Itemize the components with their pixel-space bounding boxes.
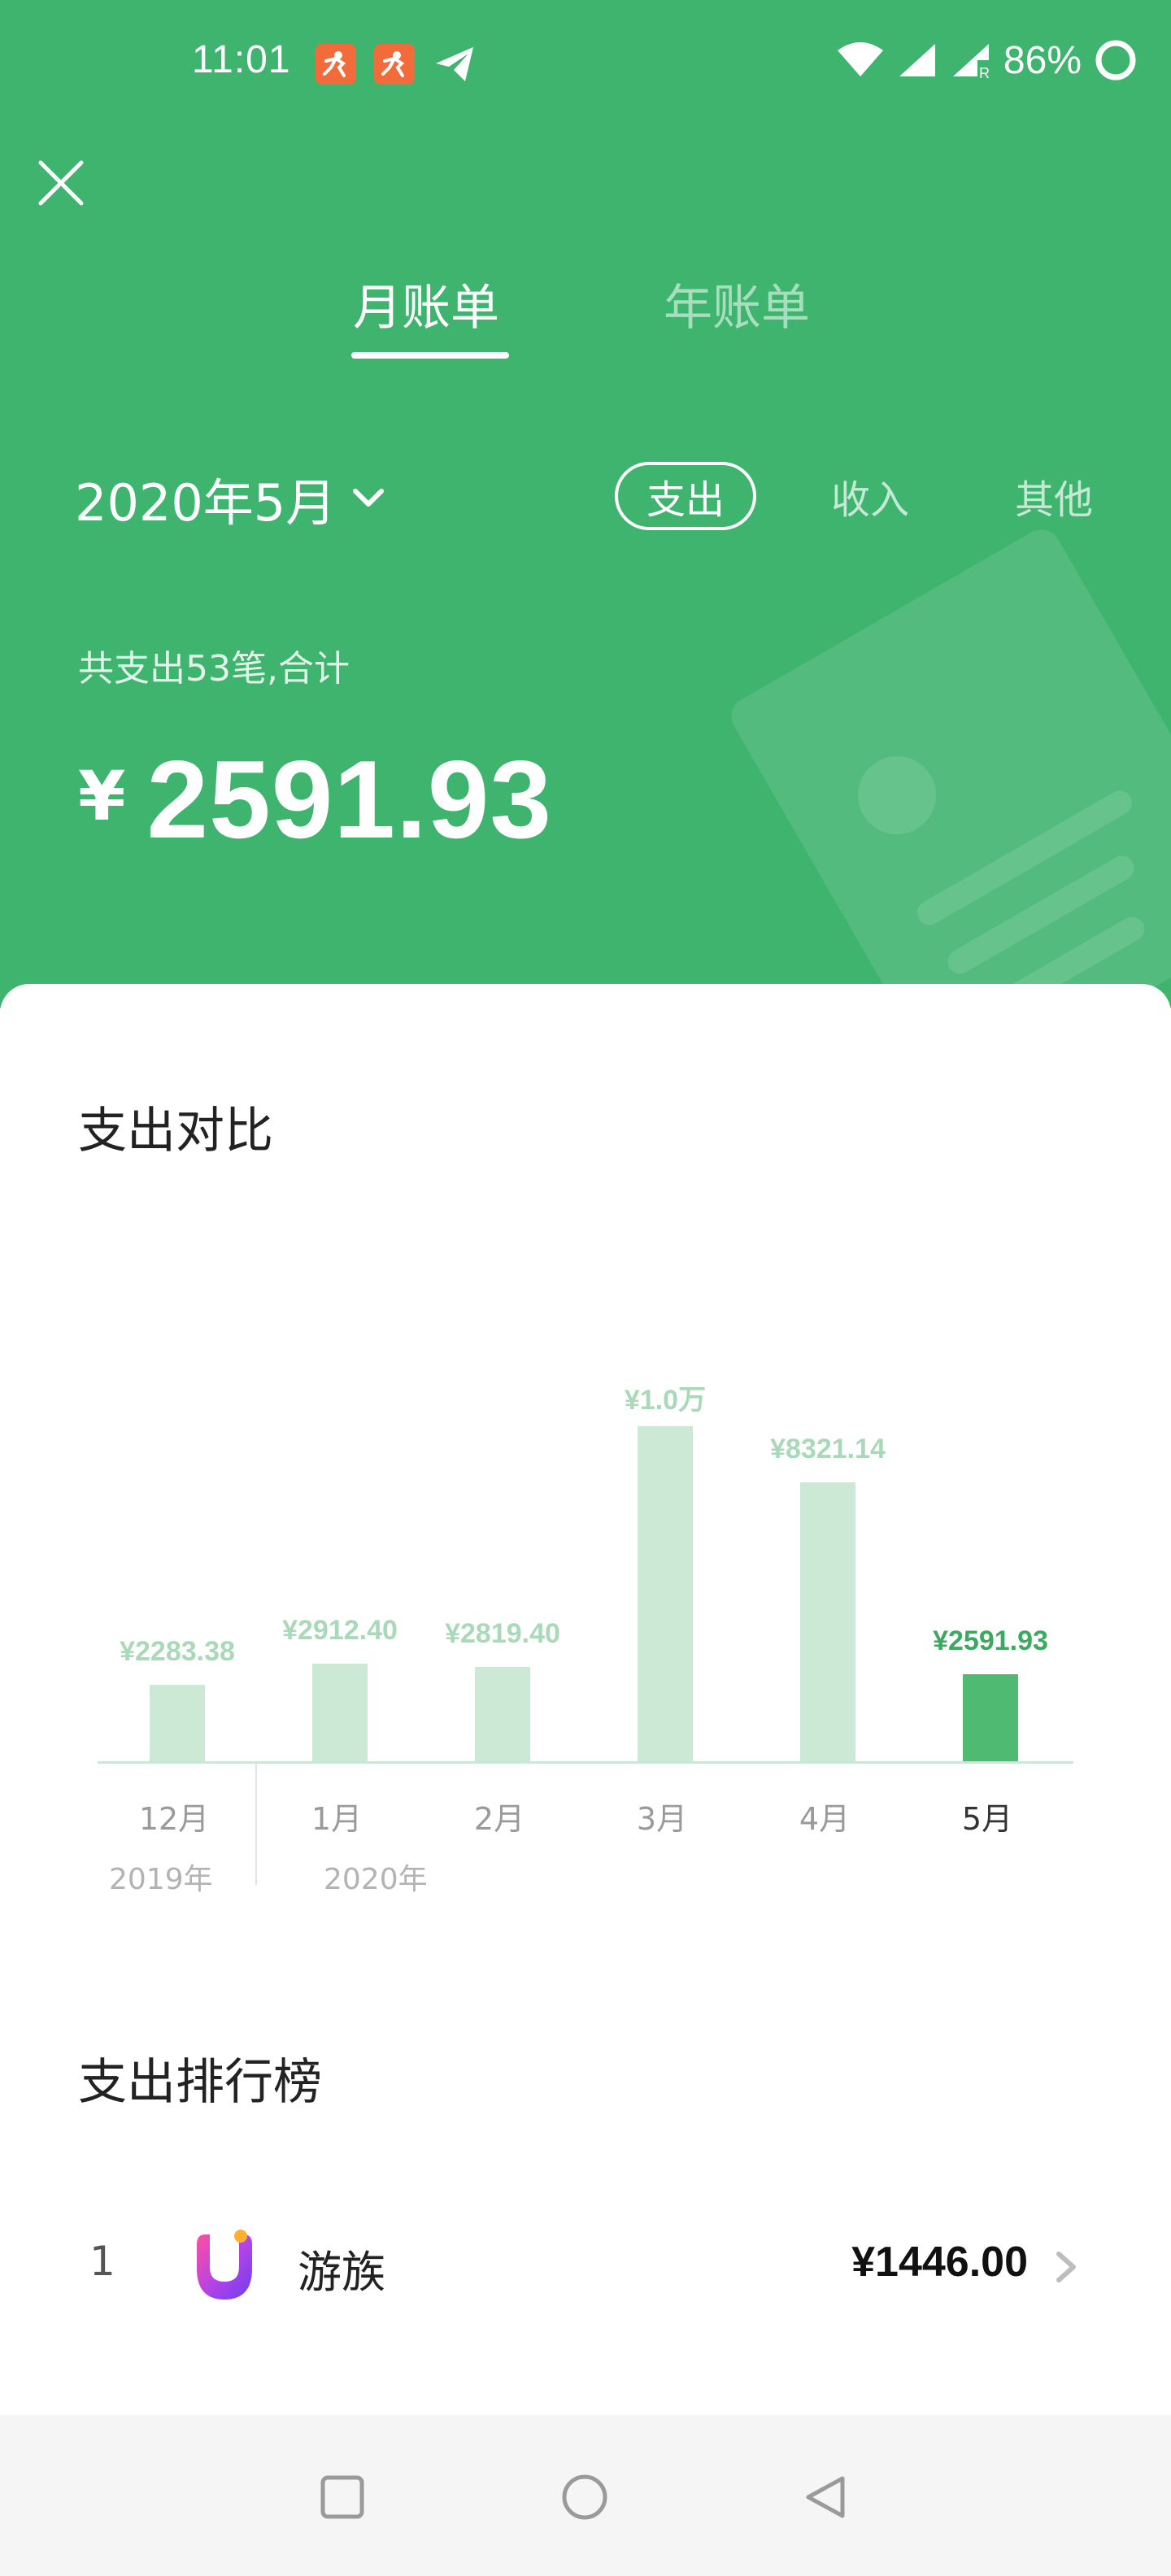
battery-ring-icon [1095, 40, 1136, 80]
chart-month-label: 12月 [138, 1801, 210, 1837]
home-icon[interactable] [556, 2469, 613, 2526]
chevron-down-icon [353, 489, 385, 507]
chart-bar[interactable] [963, 1674, 1018, 1761]
signal-icon [899, 44, 935, 76]
chart-value-label: ¥2912.40 [282, 1615, 398, 1646]
wifi-icon [837, 42, 883, 76]
type-expense-button[interactable]: 支出 [615, 462, 756, 530]
chart-bar[interactable] [150, 1684, 205, 1761]
chart-month-label: 5月 [961, 1801, 1013, 1837]
tab-yearly-bill[interactable]: 年账单 [664, 268, 810, 339]
total-amount: ¥ 2591.93 [78, 736, 552, 863]
recent-apps-icon[interactable] [314, 2469, 371, 2526]
system-navigation-bar [0, 2415, 1171, 2576]
status-right-group: R 86% [836, 37, 1138, 83]
year-label-2019: 2019年 [109, 1863, 213, 1896]
signal-roaming-icon: R [952, 44, 990, 80]
compare-section-title: 支出对比 [78, 1103, 273, 1160]
type-other-button[interactable]: 其他 [1005, 462, 1103, 530]
year-separator [255, 1763, 257, 1885]
app-icon [316, 44, 356, 85]
tab-monthly-bill[interactable]: 月账单 [353, 268, 499, 339]
tab-active-indicator [351, 352, 509, 359]
chart-month-label: 3月 [636, 1801, 688, 1837]
status-time: 11:01 [192, 38, 291, 81]
year-label-2020: 2020年 [324, 1863, 428, 1896]
rank-number: 1 [89, 2238, 115, 2285]
chart-baseline [98, 1761, 1073, 1764]
svg-text:R: R [979, 65, 990, 80]
chart-bar[interactable] [638, 1426, 693, 1761]
app-icon [374, 44, 415, 85]
chart-value-label: ¥2591.93 [933, 1625, 1048, 1657]
type-income-button[interactable]: 收入 [821, 462, 919, 530]
chart-value-label: ¥2819.40 [445, 1617, 560, 1649]
chart-month-label: 2月 [473, 1801, 525, 1837]
chart-value-label: ¥2283.38 [120, 1635, 235, 1667]
chevron-right-icon [1056, 2252, 1076, 2282]
battery-percent: 86% [1003, 38, 1082, 82]
chart-month-label: 1月 [311, 1801, 363, 1837]
back-icon[interactable] [797, 2469, 854, 2526]
ranking-section-title: 支出排行榜 [78, 2054, 322, 2111]
chart-bar[interactable] [800, 1482, 855, 1761]
merchant-name: 游族 [298, 2247, 385, 2298]
decorative-dot [858, 756, 936, 834]
currency-symbol: ¥ [78, 756, 126, 836]
chart-month-label: 4月 [799, 1801, 851, 1837]
chart-bar[interactable] [312, 1664, 368, 1761]
telegram-icon [436, 47, 473, 81]
chart-value-label: ¥8321.14 [770, 1434, 886, 1465]
status-bar: 11:01 R 86% [0, 0, 1171, 130]
close-icon[interactable] [33, 154, 89, 211]
expense-count-label: 共支出53笔,合计 [78, 648, 350, 690]
period-selector[interactable]: 2020年5月 [75, 462, 386, 535]
total-amount-value: 2591.93 [146, 738, 553, 861]
chart-value-label: ¥1.0万 [624, 1385, 707, 1416]
chart-bar[interactable] [475, 1666, 530, 1761]
bill-screen: 11:01 R 86% 月账单 年账单 2020年5月 支出 收入 其他 共支出… [0, 0, 1171, 2576]
period-label: 2020年5月 [75, 473, 337, 533]
ranking-list-item[interactable]: 1 游族 ¥1446.00 [0, 2195, 1171, 2334]
merchant-amount: ¥1446.00 [851, 2239, 1028, 2286]
merchant-logo-icon [197, 2230, 252, 2300]
